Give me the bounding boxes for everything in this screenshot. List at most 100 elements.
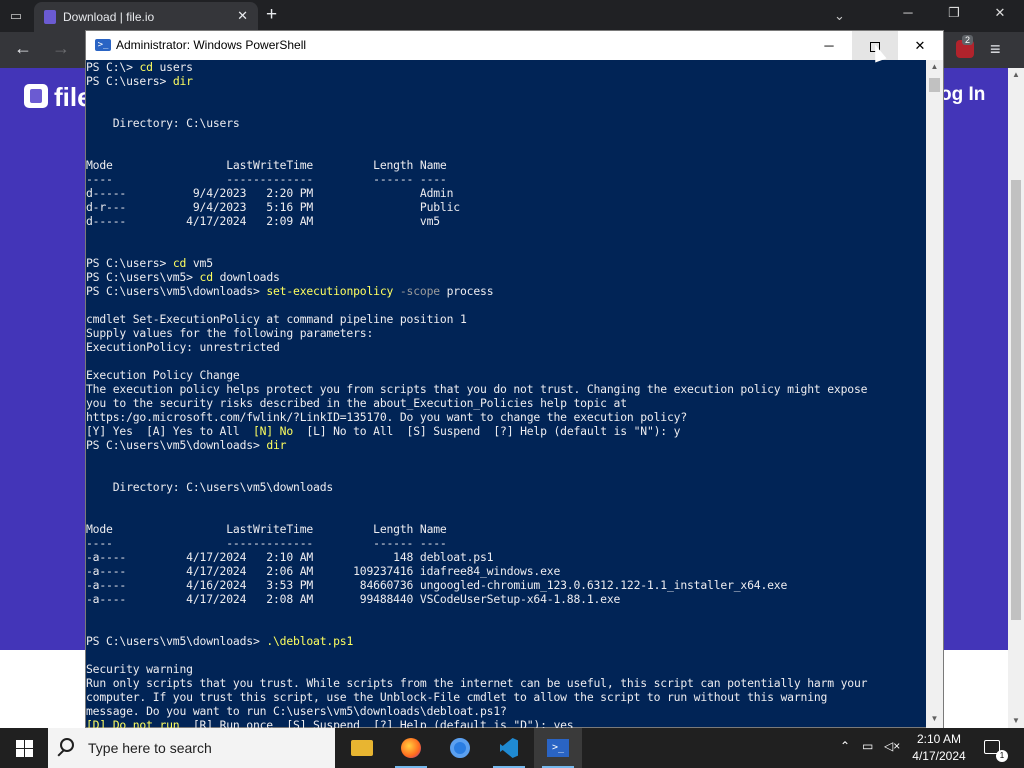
console-text: ---- ------------- ------ ---- (86, 536, 447, 550)
network-icon[interactable]: ▭ (862, 739, 873, 753)
console-text: Mode LastWriteTime Length Name (86, 522, 447, 536)
console-text: [Y] Yes [A] Yes to All (86, 424, 253, 438)
search-placeholder: Type here to search (88, 740, 212, 756)
powershell-console[interactable]: PS C:\> cd users PS C:\users> dir Directo… (86, 60, 926, 728)
browser-tab-bar: ▭ Download | file.io ✕ + ⌄ ─ ❐ ✕ (0, 0, 1024, 32)
taskbar-firefox[interactable] (387, 728, 435, 768)
page-scroll-up-icon[interactable]: ▲ (1008, 70, 1024, 79)
console-line: ExecutionPolicy: unrestricted (86, 340, 926, 354)
minimize-button[interactable]: ─ (806, 31, 852, 60)
console-line: ---- ------------- ------ ---- (86, 536, 926, 550)
console-line: Security warning (86, 662, 926, 676)
console-line: Run only scripts that you trust. While s… (86, 676, 926, 690)
taskbar-search-box[interactable]: Type here to search (48, 728, 335, 768)
console-text: PS C:\> (86, 60, 140, 74)
console-text: users (152, 60, 193, 74)
console-line: The execution policy helps protect you f… (86, 382, 926, 396)
new-tab-button[interactable]: + (266, 5, 277, 25)
console-text: https:/go.microsoft.com/fwlink/?LinkID=1… (86, 410, 687, 424)
console-line: Mode LastWriteTime Length Name (86, 158, 926, 172)
forward-arrow-icon[interactable]: → (52, 38, 70, 59)
console-line: PS C:\users\vm5\downloads> .\debloat.ps1 (86, 634, 926, 648)
clock-time[interactable]: 2:10 AM (905, 732, 973, 746)
browser-close-icon[interactable]: ✕ (988, 5, 1012, 21)
console-line: PS C:\users> cd vm5 (86, 256, 926, 270)
console-line: Directory: C:\users\vm5\downloads (86, 480, 926, 494)
console-command: .\debloat.ps1 (266, 634, 354, 648)
console-command: cd (172, 256, 187, 270)
clock-date[interactable]: 4/17/2024 (905, 749, 973, 763)
console-line: [Y] Yes [A] Yes to All [N] No [L] No to … (86, 424, 926, 438)
console-line: [D] Do not run [R] Run once [S] Suspend … (86, 718, 926, 728)
console-line: PS C:\users\vm5> cd downloads (86, 270, 926, 284)
console-line: PS C:\users\vm5\downloads> dir (86, 438, 926, 452)
console-line: -a---- 4/17/2024 2:08 AM 99488440 VSCode… (86, 592, 926, 606)
console-text: ---- ------------- ------ ---- (86, 172, 447, 186)
console-line: you to the security risks described in t… (86, 396, 926, 410)
extension-badge-count: 2 (962, 35, 974, 45)
console-text: Run only scripts that you trust. While s… (86, 676, 868, 690)
tab-close-icon[interactable]: ✕ (237, 8, 248, 24)
console-text: [D] Do not run (86, 718, 180, 728)
volume-muted-icon[interactable]: ◁× (884, 739, 900, 753)
file-io-logo-mark (30, 89, 42, 103)
console-line: message. Do you want to run C:\users\vm5… (86, 704, 926, 718)
console-scroll-down-icon[interactable]: ▼ (926, 714, 943, 723)
console-text: -a---- 4/16/2024 3:53 PM 84660736 ungoog… (86, 578, 788, 592)
tab-list-icon[interactable]: ▭ (6, 6, 26, 26)
console-line: Directory: C:\users (86, 116, 926, 130)
browser-tab[interactable]: Download | file.io ✕ (34, 2, 258, 32)
browser-menu-icon[interactable]: ≡ (990, 39, 1001, 60)
browser-restore-icon[interactable]: ❐ (942, 5, 966, 21)
page-scroll-down-icon[interactable]: ▼ (1008, 716, 1024, 725)
search-icon-handle (57, 749, 65, 757)
console-line: ---- ------------- ------ ---- (86, 172, 926, 186)
console-scroll-up-icon[interactable]: ▲ (926, 62, 943, 71)
console-output: PS C:\> cd users PS C:\users> dir Directo… (86, 60, 926, 728)
console-text: d-r--- 9/4/2023 5:16 PM Public (86, 200, 460, 214)
console-scrollbar[interactable]: ▲ ▼ (926, 60, 943, 728)
taskbar-file-explorer[interactable] (338, 728, 386, 768)
console-text: PS C:\users> (86, 74, 173, 88)
back-arrow-icon[interactable]: ← (14, 38, 32, 59)
console-text: computer. If you trust this script, use … (86, 690, 828, 704)
console-line: PS C:\users> dir (86, 74, 926, 88)
taskbar-powershell[interactable]: >_ (534, 728, 582, 768)
console-text: cmdlet Set-ExecutionPolicy at command pi… (86, 312, 467, 326)
console-text: vm5 (186, 256, 213, 270)
browser-minimize-icon[interactable]: ─ (896, 5, 920, 20)
console-text: Execution Policy Change (86, 368, 240, 382)
firefox-icon (401, 738, 421, 758)
powershell-window[interactable]: >_ Administrator: Windows PowerShell ─ ✕… (85, 30, 944, 728)
console-text: Mode LastWriteTime Length Name (86, 158, 447, 172)
powershell-title-bar[interactable]: >_ Administrator: Windows PowerShell ─ ✕ (86, 31, 943, 60)
console-text: Supply values for the following paramete… (86, 326, 374, 340)
console-text: PS C:\users\vm5\downloads> (86, 284, 267, 298)
console-line: d----- 9/4/2023 2:20 PM Admin (86, 186, 926, 200)
console-text: The execution policy helps protect you f… (86, 382, 868, 396)
console-line: d-r--- 9/4/2023 5:16 PM Public (86, 200, 926, 214)
taskbar-chromium[interactable] (436, 728, 484, 768)
powershell-window-title: Administrator: Windows PowerShell (116, 38, 307, 52)
console-text: -a---- 4/17/2024 2:06 AM 109237416 idafr… (86, 564, 561, 578)
console-text: Directory: C:\users (86, 116, 240, 130)
page-scroll-thumb[interactable] (1011, 180, 1021, 620)
taskbar-vscode[interactable] (485, 728, 533, 768)
close-button[interactable]: ✕ (897, 31, 943, 60)
console-line: PS C:\> cd users (86, 60, 926, 74)
show-hidden-icons-chevron-icon[interactable]: ⌃ (840, 739, 850, 753)
file-io-favicon-icon (44, 10, 56, 24)
console-scroll-thumb[interactable] (929, 78, 940, 92)
start-button[interactable] (0, 728, 48, 768)
login-link[interactable]: og In (940, 84, 985, 106)
tab-search-chevron-icon[interactable]: ⌄ (834, 8, 845, 24)
